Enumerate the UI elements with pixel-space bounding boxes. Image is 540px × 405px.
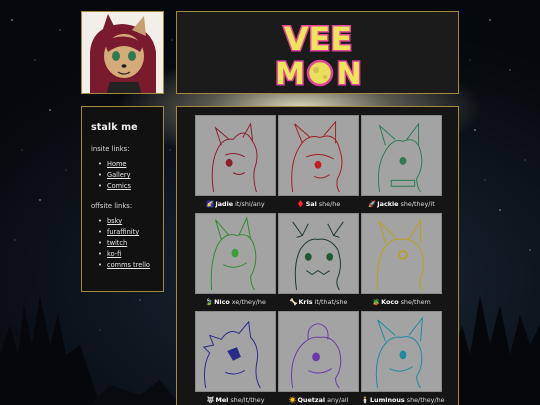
offsite-links-list: bsky furaffinity twitch ko-fi comms trel… — [98, 216, 154, 271]
character-name: Luminous — [369, 396, 405, 404]
site-banner: VEE M N — [176, 11, 459, 94]
character-caption: 🌠Jadie it/shi/any — [195, 200, 276, 208]
character-card-luminous[interactable]: 🕯️Luminous she/they/he — [361, 311, 445, 404]
character-emoji: ♦️ — [296, 200, 305, 208]
offsite-link-bsky[interactable]: bsky — [107, 217, 122, 225]
profile-avatar — [81, 11, 164, 94]
nav-link-gallery[interactable]: Gallery — [107, 171, 130, 179]
character-card-sal[interactable]: ♦️Sal she/he — [278, 115, 359, 208]
character-card-koco[interactable]: 🪴Koco she/them — [361, 213, 442, 306]
character-card-mel[interactable]: 🐺Mel she/it/they — [195, 311, 276, 404]
nav-link-home[interactable]: Home — [107, 160, 126, 168]
character-caption: ♦️Sal she/he — [278, 200, 359, 208]
offsite-link-comms-trello[interactable]: comms trello — [107, 261, 150, 269]
character-thumbnail[interactable] — [195, 311, 276, 392]
moon-icon — [306, 59, 334, 87]
character-pronouns: she/them — [400, 298, 431, 306]
character-pronouns: it/that/she — [314, 298, 348, 306]
character-thumbnail[interactable] — [278, 311, 359, 392]
character-caption: 🪴Koco she/them — [361, 298, 442, 306]
character-pronouns: she/they/it — [400, 200, 435, 208]
offsite-item-kofi: ko-fi — [98, 249, 154, 260]
nav-link-comics[interactable]: Comics — [107, 182, 131, 190]
character-name: Kris — [298, 298, 313, 306]
character-emoji: 🕯️ — [361, 396, 369, 404]
character-caption: ☀️Quetzal any/all — [278, 396, 359, 404]
logo-line1: VEE — [284, 20, 352, 58]
character-caption: 🍃Nico xe/they/he — [195, 298, 276, 306]
character-thumbnail[interactable] — [278, 115, 359, 196]
character-caption: 🦴Kris it/that/she — [278, 298, 359, 306]
character-emoji: 🪴 — [372, 298, 381, 306]
character-thumbnail[interactable] — [361, 213, 442, 294]
character-name: Quetzal — [297, 396, 326, 404]
character-emoji: 🌠 — [206, 200, 215, 208]
insite-links-heading: insite links: — [91, 145, 130, 153]
character-card-jackie[interactable]: 🚀Jackie she/they/it — [361, 115, 442, 208]
character-emoji: ☀️ — [288, 396, 297, 404]
insite-links-list: Home Gallery Comics — [98, 159, 154, 192]
offsite-item-bsky: bsky — [98, 216, 154, 227]
nav-item-gallery: Gallery — [98, 170, 154, 181]
character-pronouns: it/shi/any — [235, 200, 265, 208]
offsite-link-kofi[interactable]: ko-fi — [107, 250, 121, 258]
character-name: Koco — [381, 298, 399, 306]
offsite-item-twitch: twitch — [98, 238, 154, 249]
character-pronouns: she/he — [318, 200, 341, 208]
sidebar-title: stalk me — [91, 122, 138, 133]
character-pronouns: xe/they/he — [231, 298, 266, 306]
character-caption: 🕯️Luminous she/they/he — [361, 396, 445, 404]
character-emoji: 🐺 — [206, 396, 215, 404]
character-name: Jackie — [377, 200, 399, 208]
logo-line2-right: N — [336, 57, 361, 92]
character-thumbnail[interactable] — [361, 311, 442, 392]
character-thumbnail[interactable] — [195, 213, 276, 294]
character-thumbnail[interactable] — [278, 213, 359, 294]
offsite-item-trello: comms trello — [98, 260, 154, 271]
offsite-links-heading: offsite links: — [91, 202, 133, 210]
character-name: Mel — [215, 396, 229, 404]
character-name: Sal — [305, 200, 317, 208]
offsite-item-furaffinity: furaffinity — [98, 227, 154, 238]
nav-item-comics: Comics — [98, 181, 154, 192]
character-pronouns: she/they/he — [406, 396, 445, 404]
sidebar: stalk me insite links: Home Gallery Comi… — [81, 106, 164, 292]
nav-item-home: Home — [98, 159, 154, 170]
character-name: Jadie — [215, 200, 234, 208]
logo-line2-left: M — [275, 57, 305, 92]
character-card-jadie[interactable]: 🌠Jadie it/shi/any — [195, 115, 276, 208]
character-emoji: 🍃 — [205, 298, 214, 306]
offsite-link-twitch[interactable]: twitch — [107, 239, 127, 247]
character-pronouns: any/all — [327, 396, 349, 404]
character-card-nico[interactable]: 🍃Nico xe/they/he — [195, 213, 276, 306]
character-caption: 🚀Jackie she/they/it — [361, 200, 442, 208]
character-thumbnail[interactable] — [361, 115, 442, 196]
character-name: Nico — [214, 298, 230, 306]
character-emoji: 🦴 — [289, 298, 298, 306]
character-caption: 🐺Mel she/it/they — [195, 396, 276, 404]
character-card-kris[interactable]: 🦴Kris it/that/she — [278, 213, 359, 306]
character-gallery: 🌠Jadie it/shi/any ♦️Sal she/he 🚀Jackie s… — [176, 106, 459, 405]
character-pronouns: she/it/they — [230, 396, 265, 404]
character-emoji: 🚀 — [368, 200, 377, 208]
vee-moon-logo: VEE M N — [274, 19, 363, 94]
character-card-quetzal[interactable]: ☀️Quetzal any/all — [278, 311, 359, 404]
offsite-link-furaffinity[interactable]: furaffinity — [107, 228, 139, 236]
character-thumbnail[interactable] — [195, 115, 276, 196]
